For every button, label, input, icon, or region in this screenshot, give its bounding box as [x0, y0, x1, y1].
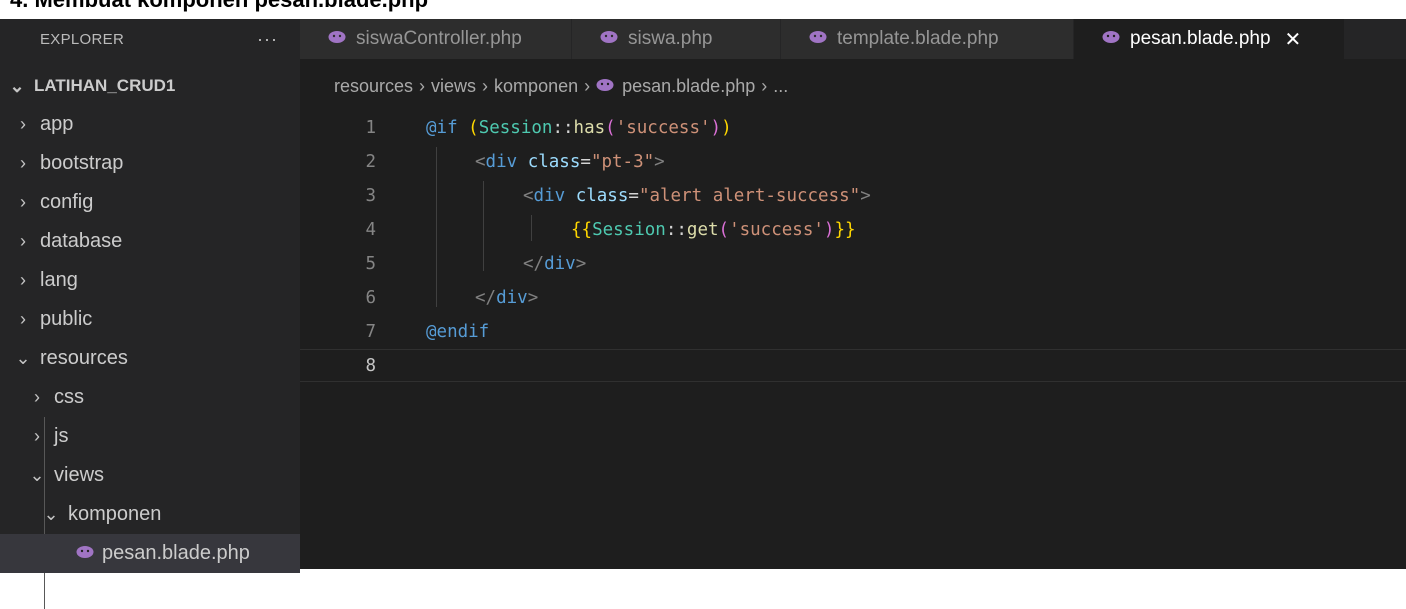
code-text: {{Session::get('success')}} — [571, 219, 856, 240]
tree-item-komponen[interactable]: ⌄ komponen — [0, 495, 300, 534]
php-elephant-icon — [1102, 28, 1120, 50]
line-number: 2 — [365, 151, 376, 172]
chevron-right-icon: › — [20, 309, 26, 329]
code-line[interactable]: 4 {{Session::get('success')}} — [300, 213, 1406, 246]
breadcrumb-item[interactable]: komponen — [494, 76, 578, 97]
editor-tabs: siswaController.php siswa.php template.b… — [300, 19, 1406, 59]
php-elephant-icon — [328, 28, 346, 50]
code-text: @if (Session::has('success')) — [426, 117, 732, 138]
close-icon[interactable]: ✕ — [1285, 27, 1302, 52]
chevron-right-icon: › — [761, 75, 768, 96]
php-elephant-icon — [76, 542, 94, 565]
tree-item-label: pesan.blade.php — [102, 542, 250, 564]
code-text: </div> — [475, 287, 539, 308]
code-line[interactable]: 7 @endif — [300, 315, 1406, 348]
chevron-right-icon: › — [34, 387, 40, 407]
tab-label: siswaController.php — [356, 28, 522, 49]
explorer-sidebar: EXPLORER ··· ⌄ LATIHAN_CRUD1 › app › boo… — [0, 19, 300, 609]
tree-item-css[interactable]: › css — [0, 378, 300, 417]
tree-item-label: komponen — [68, 503, 162, 525]
file-tree: ⌄ LATIHAN_CRUD1 › app › bootstrap › conf… — [0, 67, 300, 609]
code-line[interactable]: 1 @if (Session::has('success')) — [300, 111, 1406, 144]
chevron-right-icon: › — [20, 192, 26, 212]
code-editor[interactable]: 1 @if (Session::has('success')) 2 <div c… — [300, 111, 1406, 569]
chevron-right-icon: › — [482, 75, 489, 96]
code-text: </div> — [523, 253, 587, 274]
tab-label: siswa.php — [628, 28, 713, 49]
code-line[interactable]: 3 <div class="alert alert-success"> — [300, 179, 1406, 212]
line-number: 5 — [365, 253, 376, 274]
tab-pesan[interactable]: pesan.blade.php ✕ — [1074, 19, 1344, 59]
tree-item-database[interactable]: › database — [0, 222, 300, 261]
line-number: 3 — [365, 185, 376, 206]
tree-item-config[interactable]: › config — [0, 183, 300, 222]
current-code-line[interactable]: 8 — [300, 349, 1406, 382]
breadcrumb: resources › views › komponen › pesan.bla… — [334, 69, 788, 103]
tab-label: template.blade.php — [837, 28, 999, 49]
code-line[interactable]: 5 </div> — [300, 247, 1406, 280]
explorer-header: EXPLORER ··· — [0, 19, 300, 59]
tree-item-label: js — [54, 425, 69, 447]
tree-item-label: views — [54, 464, 105, 486]
tree-item-label: lang — [40, 269, 78, 291]
tree-item-label: resources — [40, 347, 128, 369]
tree-item-views[interactable]: ⌄ views — [0, 456, 300, 495]
line-number: 1 — [365, 117, 376, 138]
chevron-down-icon: ⌄ — [15, 348, 31, 368]
tree-item-pesan-blade[interactable]: pesan.blade.php — [0, 534, 300, 573]
tree-item-js[interactable]: › js — [0, 417, 300, 456]
tree-item-app[interactable]: › app — [0, 105, 300, 144]
code-text: @endif — [426, 321, 490, 342]
chevron-right-icon: › — [419, 75, 426, 96]
tab-siswacontroller[interactable]: siswaController.php — [300, 19, 571, 59]
explorer-title: EXPLORER — [40, 30, 125, 48]
chevron-right-icon: › — [20, 153, 26, 173]
tree-item-lang[interactable]: › lang — [0, 261, 300, 300]
breadcrumb-item[interactable]: resources — [334, 76, 413, 97]
tree-item-resources[interactable]: ⌄ resources — [0, 339, 300, 378]
chevron-right-icon: › — [20, 114, 26, 134]
chevron-right-icon: › — [20, 270, 26, 290]
code-line[interactable]: 6 </div> — [300, 281, 1406, 314]
chevron-right-icon: › — [20, 231, 26, 251]
tab-siswa[interactable]: siswa.php — [572, 19, 780, 59]
code-line[interactable]: 2 <div class="pt-3"> — [300, 145, 1406, 178]
code-text: <div class="pt-3"> — [475, 151, 665, 172]
tree-item-label: app — [40, 113, 74, 135]
breadcrumb-item[interactable]: pesan.blade.php — [622, 76, 755, 97]
code-text: <div class="alert alert-success"> — [523, 185, 871, 206]
vscode-window: EXPLORER ··· ⌄ LATIHAN_CRUD1 › app › boo… — [0, 19, 1406, 609]
breadcrumb-item[interactable]: views — [431, 76, 476, 97]
chevron-right-icon: › — [34, 426, 40, 446]
php-elephant-icon — [596, 76, 614, 97]
tree-item-label: public — [40, 308, 93, 330]
chevron-down-icon: ⌄ — [29, 465, 45, 485]
tree-item-label: bootstrap — [40, 152, 124, 174]
tree-item-label: config — [40, 191, 94, 213]
tree-item-public[interactable]: › public — [0, 300, 300, 339]
caption-text: 4. Membuat komponen pesan.blade.php — [10, 0, 428, 13]
chevron-down-icon: ⌄ — [9, 75, 25, 96]
tree-item-label: database — [40, 230, 123, 252]
php-elephant-icon — [809, 28, 827, 50]
chevron-down-icon: ⌄ — [43, 504, 59, 524]
tab-template[interactable]: template.blade.php — [781, 19, 1073, 59]
line-number: 6 — [365, 287, 376, 308]
php-elephant-icon — [600, 28, 618, 50]
breadcrumb-item[interactable]: ... — [773, 76, 788, 97]
tree-item-bootstrap[interactable]: › bootstrap — [0, 144, 300, 183]
line-number: 4 — [365, 219, 376, 240]
tree-item-label: css — [54, 386, 84, 408]
more-actions-icon[interactable]: ··· — [257, 29, 278, 50]
chevron-right-icon: › — [584, 75, 591, 96]
project-name: LATIHAN_CRUD1 — [34, 76, 176, 95]
caption-strip: 4. Membuat komponen pesan.blade.php — [0, 0, 1406, 19]
tab-label: pesan.blade.php — [1130, 28, 1271, 49]
line-number: 7 — [365, 321, 376, 342]
line-number: 8 — [365, 355, 376, 376]
project-root[interactable]: ⌄ LATIHAN_CRUD1 — [0, 67, 300, 105]
